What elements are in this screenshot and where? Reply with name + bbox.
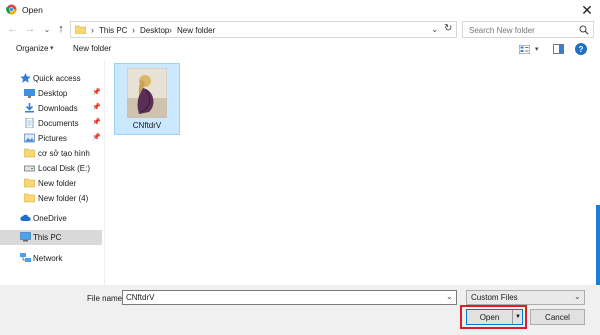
breadcrumb-separator: › <box>132 25 135 35</box>
search-icon <box>579 25 589 35</box>
sidebar-item-label: OneDrive <box>33 214 67 223</box>
file-type-value: Custom Files <box>471 293 518 302</box>
sidebar-item-this-pc[interactable]: This PC <box>0 230 102 245</box>
pin-icon: 📌 <box>92 134 101 141</box>
open-button[interactable]: Open ▼ <box>466 309 523 325</box>
back-arrow-icon[interactable]: ← <box>6 22 20 36</box>
sidebar-item-onedrive[interactable]: OneDrive <box>0 211 102 226</box>
sidebar-item-label: cơ sở tạo hình <box>38 149 90 158</box>
sidebar-item-quick-access[interactable]: Quick access <box>0 71 102 86</box>
search-placeholder: Search New folder <box>469 26 535 35</box>
folder-icon <box>23 178 36 188</box>
chevron-down-icon: ⌄ <box>574 292 581 301</box>
file-name-input[interactable]: CNftdrV ⌄ <box>122 290 457 305</box>
up-arrow-icon[interactable]: ↑ <box>54 22 68 36</box>
chevron-down-icon[interactable]: ⌄ <box>446 292 453 301</box>
chevron-down-icon[interactable]: ⌄ <box>431 24 439 35</box>
refresh-icon[interactable]: ↻ <box>444 23 452 34</box>
open-options-dropdown[interactable]: ▼ <box>512 310 523 324</box>
address-bar[interactable]: › This PC › Desktop › New folder ⌄ ↻ <box>70 21 457 38</box>
file-name-value: CNftdrV <box>126 293 155 302</box>
change-view-icon[interactable] <box>518 44 531 55</box>
sidebar-item-new-folder[interactable]: New folder <box>0 176 102 191</box>
download-icon <box>24 103 35 113</box>
new-folder-button[interactable]: New folder <box>73 44 111 53</box>
sidebar-item-label: New folder (4) <box>38 194 89 203</box>
file-name-label: CNftdrV <box>132 121 162 130</box>
open-button-label: Open <box>479 313 500 322</box>
pane-splitter[interactable] <box>104 60 105 285</box>
breadcrumb-separator: › <box>91 25 94 35</box>
sidebar-item-label: Downloads <box>38 104 78 113</box>
pin-icon: 📌 <box>92 89 101 96</box>
breadcrumb-desktop[interactable]: Desktop <box>140 26 169 35</box>
navigation-pane: Quick access Desktop 📌 Downloads 📌 Docum… <box>0 62 104 282</box>
sidebar-item-pictures[interactable]: Pictures 📌 <box>0 131 102 146</box>
cloud-icon <box>20 213 31 223</box>
breadcrumb-this-pc[interactable]: This PC <box>99 26 127 35</box>
sidebar-item-co-so-tao-hinh[interactable]: cơ sở tạo hình <box>0 146 102 161</box>
desktop-icon <box>24 88 35 98</box>
sidebar-item-downloads[interactable]: Downloads 📌 <box>0 101 102 116</box>
network-icon <box>20 253 31 263</box>
file-type-select[interactable]: Custom Files ⌄ <box>466 290 585 305</box>
cancel-button-label: Cancel <box>545 313 570 322</box>
folder-icon <box>23 193 36 203</box>
breadcrumb-separator: › <box>169 25 172 35</box>
folder-icon <box>23 148 36 158</box>
window-title: Open <box>22 5 43 15</box>
file-item[interactable]: CNftdrV <box>114 63 180 135</box>
preview-pane-icon[interactable] <box>553 44 564 54</box>
pin-icon: 📌 <box>92 119 101 126</box>
folder-icon <box>74 25 87 35</box>
sidebar-item-label: Network <box>33 254 63 263</box>
organize-button[interactable]: Organize <box>16 44 48 53</box>
sidebar-item-label: Pictures <box>38 134 67 143</box>
breadcrumb-new-folder[interactable]: New folder <box>177 26 215 35</box>
caret-down-icon: ▾ <box>50 45 54 52</box>
sidebar-item-label: Local Disk (E:) <box>38 164 91 173</box>
sidebar-item-new-folder-4[interactable]: New folder (4) <box>0 191 102 206</box>
window-edge-accent <box>596 205 600 285</box>
sidebar-item-documents[interactable]: Documents 📌 <box>0 116 102 131</box>
help-icon[interactable]: ? <box>575 43 587 55</box>
search-input[interactable]: Search New folder <box>462 21 594 38</box>
sidebar-item-label: Desktop <box>38 89 68 98</box>
file-name-caption: File name: <box>87 294 125 303</box>
recent-locations-icon[interactable]: ⌄ <box>40 22 54 36</box>
documents-icon <box>24 117 35 129</box>
image-thumbnail <box>126 67 168 119</box>
sidebar-item-label: Quick access <box>33 74 81 83</box>
cancel-button[interactable]: Cancel <box>530 309 585 325</box>
close-button[interactable]: ✕ <box>578 1 596 19</box>
sidebar-item-label: This PC <box>33 233 62 242</box>
pictures-icon <box>24 133 35 143</box>
drive-icon <box>24 163 35 173</box>
title-bar <box>0 0 600 20</box>
sidebar-item-label: Documents <box>38 119 79 128</box>
forward-arrow-icon[interactable]: → <box>23 22 37 36</box>
computer-icon <box>20 232 31 242</box>
sidebar-item-local-disk-e[interactable]: Local Disk (E:) <box>0 161 102 176</box>
caret-down-icon[interactable]: ▾ <box>535 45 539 53</box>
sidebar-item-label: New folder <box>38 179 77 188</box>
sidebar-item-network[interactable]: Network <box>0 251 102 266</box>
chrome-icon <box>6 4 17 15</box>
sidebar-item-desktop[interactable]: Desktop 📌 <box>0 86 102 101</box>
star-icon <box>20 73 31 83</box>
pin-icon: 📌 <box>92 104 101 111</box>
